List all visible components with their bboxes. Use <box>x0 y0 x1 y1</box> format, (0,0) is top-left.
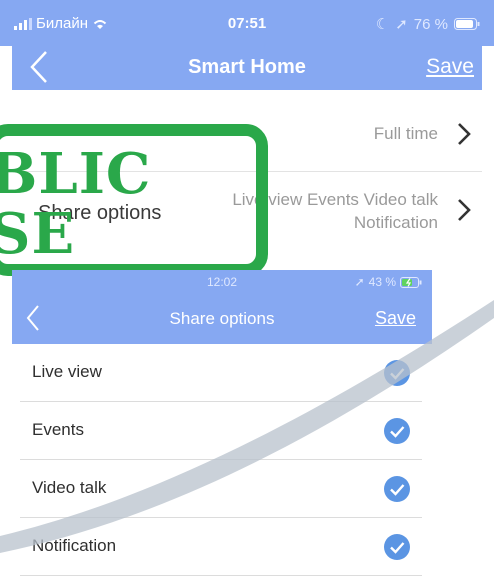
checkmark-icon[interactable] <box>384 534 410 560</box>
save-button[interactable]: Save <box>375 308 416 329</box>
option-label: Video talk <box>32 478 107 497</box>
status-bar: Билайн 07:51 ☾ ➚ 76 % <box>0 0 494 46</box>
chevron-right-icon <box>458 123 471 145</box>
stamp-text: SE <box>0 201 76 267</box>
checkmark-icon[interactable] <box>384 476 410 502</box>
option-label: Notification <box>32 536 117 555</box>
nav-bar: Share options Save <box>12 294 432 344</box>
battery-percent: 43 % <box>368 275 396 289</box>
list-item-notification[interactable]: Notification <box>20 518 422 576</box>
option-label: Live view <box>32 362 102 381</box>
page-title: Smart Home <box>188 56 306 78</box>
nav-bar: Smart Home Save <box>12 46 482 90</box>
share-options-list: Live view Events Video talk Notification <box>20 344 422 576</box>
page-title: Share options <box>169 309 275 328</box>
list-item-video-talk[interactable]: Video talk <box>20 460 422 518</box>
battery-charging-icon <box>400 276 422 288</box>
location-icon: ➚ <box>395 16 408 33</box>
battery-icon <box>454 18 480 30</box>
checkmark-icon[interactable] <box>384 360 410 386</box>
row-value: Full time <box>373 124 438 143</box>
stamp-text: BLIC <box>0 141 152 207</box>
moon-icon: ☾ <box>375 16 390 33</box>
list-item-events[interactable]: Events <box>20 402 422 460</box>
option-label: Events <box>32 420 84 439</box>
list-item-live-view[interactable]: Live view <box>20 344 422 402</box>
status-bar: 12:02 ➚ 43 % <box>12 270 432 294</box>
save-button[interactable]: Save <box>426 55 474 79</box>
checkmark-icon[interactable] <box>384 418 410 444</box>
chevron-right-icon <box>458 199 471 221</box>
battery-percent: 76 % <box>413 15 448 33</box>
location-icon: ➚ <box>354 275 365 289</box>
